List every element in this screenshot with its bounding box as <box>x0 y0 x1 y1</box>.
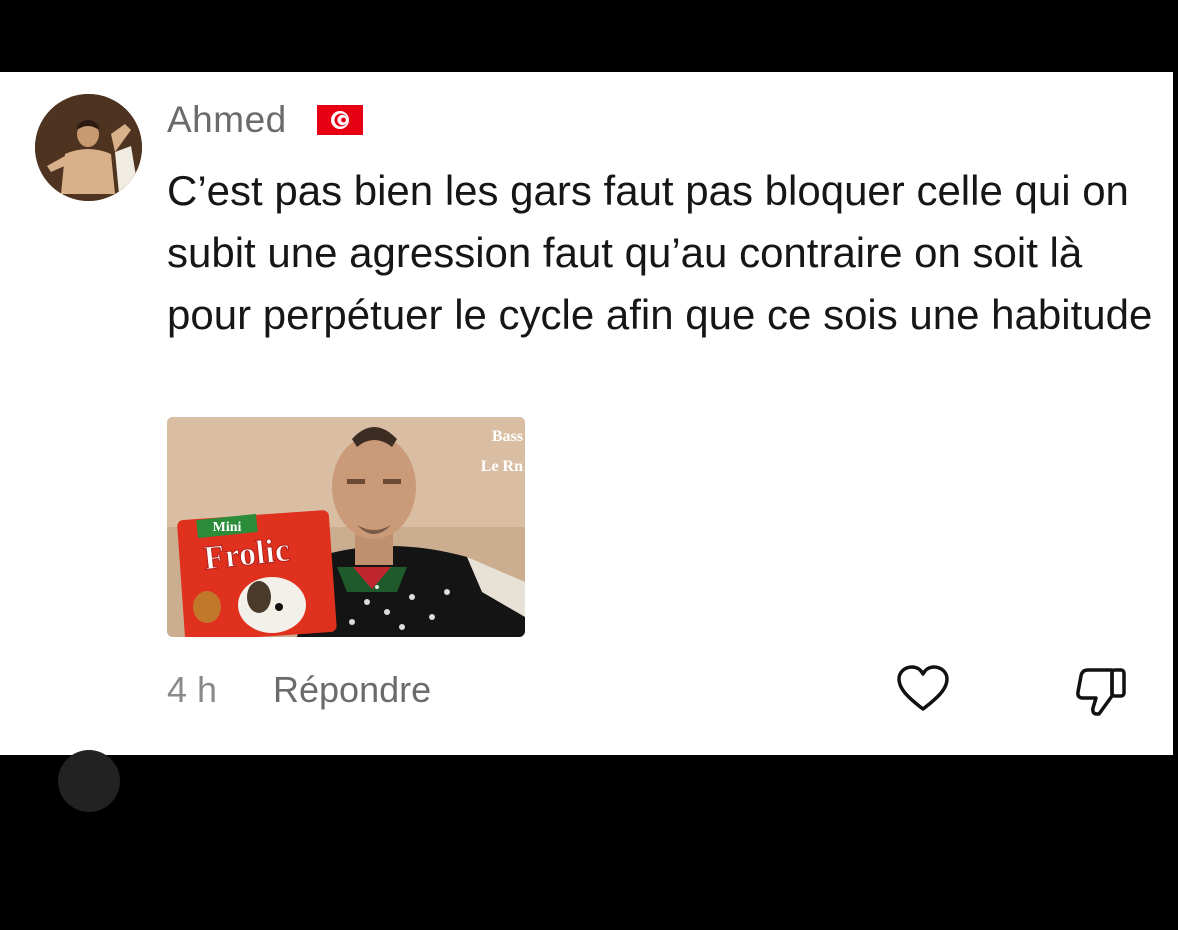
tunisia-flag-icon <box>317 105 363 135</box>
next-comment-avatar[interactable] <box>58 750 120 812</box>
avatar[interactable] <box>35 94 142 201</box>
avatar-image <box>35 94 142 201</box>
heart-icon[interactable] <box>896 664 950 714</box>
thumbs-down-icon[interactable] <box>1074 664 1130 718</box>
reply-button[interactable]: Répondre <box>273 669 431 711</box>
comment-card: Ahmed C’est pas bien les gars faut pas b… <box>0 72 1173 755</box>
overlay-text-line1: Bass <box>492 428 523 445</box>
author-name[interactable]: Ahmed <box>167 99 287 141</box>
overlay-text-line2: Le Rn <box>481 458 523 475</box>
media-image: Mini Frolic Bass Le Rn <box>167 417 525 637</box>
comment-timestamp: 4 h <box>167 669 218 710</box>
comment-media-thumbnail[interactable]: Mini Frolic Bass Le Rn <box>167 417 525 637</box>
comment-text: C’est pas bien les gars faut pas bloquer… <box>167 167 1153 338</box>
package-mini-label: Mini <box>213 520 242 535</box>
